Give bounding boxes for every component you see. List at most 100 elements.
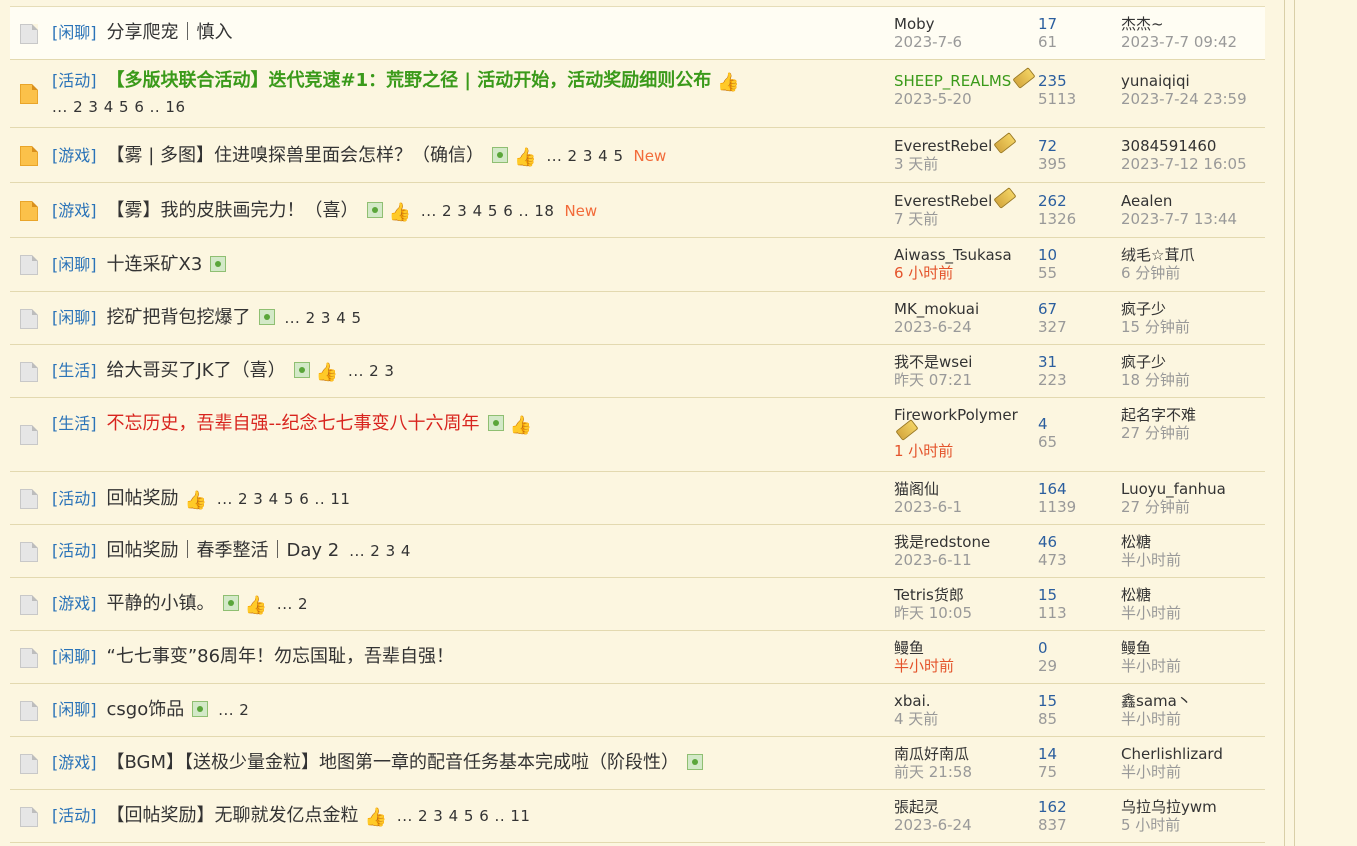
thread-type-tag[interactable]: [生活] <box>52 414 97 433</box>
thread-type-tag[interactable]: [闲聊] <box>52 700 97 719</box>
author-name[interactable]: MK_mokuai <box>894 300 1039 318</box>
author-name[interactable]: 猫阁仙 <box>894 480 1039 498</box>
page-links[interactable]: ... 2 3 4 5 6 .. 11 <box>217 490 351 508</box>
thread-subject-link[interactable]: “七七事变”86周年！勿忘国耻，吾辈自强！ <box>107 646 455 667</box>
reply-count[interactable]: 0 <box>1038 639 1108 657</box>
last-post-user[interactable]: 杰杰~ <box>1121 15 1271 33</box>
last-post-time[interactable]: 18 分钟前 <box>1121 371 1271 389</box>
reply-count[interactable]: 10 <box>1038 246 1108 264</box>
last-post-user[interactable]: 起名字不难 <box>1121 406 1271 424</box>
page-links[interactable]: ... 2 3 4 <box>349 542 411 560</box>
hot-folder-icon[interactable] <box>18 145 40 167</box>
folder-icon[interactable] <box>18 753 40 775</box>
last-post-time[interactable]: 27 分钟前 <box>1121 498 1271 516</box>
reply-count[interactable]: 72 <box>1038 137 1108 155</box>
hot-folder-icon[interactable] <box>18 83 40 105</box>
folder-icon[interactable] <box>18 308 40 330</box>
thread-type-tag[interactable]: [游戏] <box>52 201 97 220</box>
thread-type-tag[interactable]: [活动] <box>52 489 97 508</box>
thread-subject-link[interactable]: 不忘历史，吾辈自强--纪念七七事变八十六周年 <box>107 413 480 434</box>
page-links[interactable]: ... 2 3 4 5 6 .. 11 <box>397 807 531 825</box>
thread-type-tag[interactable]: [闲聊] <box>52 308 97 327</box>
author-name[interactable]: EverestRebel <box>894 187 1039 210</box>
thread-subject-link[interactable]: 【回帖奖励】无聊就发亿点金粒 <box>107 805 359 826</box>
last-post-user[interactable]: 鳗鱼 <box>1121 639 1271 657</box>
folder-icon[interactable] <box>18 594 40 616</box>
thread-subject-link[interactable]: 【多版块联合活动】迭代竞速#1：荒野之径 | 活动开始，活动奖励细则公布 <box>107 70 712 91</box>
reply-count[interactable]: 235 <box>1038 72 1108 90</box>
thread-subject-link[interactable]: 给大哥买了JK了（喜） <box>107 360 286 381</box>
last-post-time[interactable]: 15 分钟前 <box>1121 318 1271 336</box>
thread-type-tag[interactable]: [游戏] <box>52 594 97 613</box>
thread-subject-link[interactable]: 【雾 | 多图】住进嗅探兽里面会怎样？（确信） <box>107 145 485 166</box>
thread-subject-link[interactable]: 回帖奖励｜春季整活｜Day 2 <box>107 540 340 561</box>
reply-count[interactable]: 46 <box>1038 533 1108 551</box>
last-post-user[interactable]: 疯子少 <box>1121 300 1271 318</box>
author-name[interactable]: FireworkPolymer <box>894 406 1039 442</box>
reply-count[interactable]: 17 <box>1038 15 1108 33</box>
thread-type-tag[interactable]: [生活] <box>52 361 97 380</box>
last-post-time[interactable]: 半小时前 <box>1121 604 1271 622</box>
reply-count[interactable]: 262 <box>1038 192 1108 210</box>
folder-icon[interactable] <box>18 361 40 383</box>
thread-type-tag[interactable]: [游戏] <box>52 146 97 165</box>
last-post-user[interactable]: 鑫sama丶 <box>1121 692 1271 710</box>
thread-type-tag[interactable]: [活动] <box>52 806 97 825</box>
reply-count[interactable]: 162 <box>1038 798 1108 816</box>
thread-type-tag[interactable]: [闲聊] <box>52 23 97 42</box>
folder-icon[interactable] <box>18 23 40 45</box>
last-post-user[interactable]: 疯子少 <box>1121 353 1271 371</box>
reply-count[interactable]: 67 <box>1038 300 1108 318</box>
last-post-time[interactable]: 5 小时前 <box>1121 816 1271 834</box>
page-links[interactable]: ... 2 3 4 5 <box>546 147 623 165</box>
hot-folder-icon[interactable] <box>18 200 40 222</box>
author-name[interactable]: 南瓜好南瓜 <box>894 745 1039 763</box>
author-name[interactable]: Aiwass_Tsukasa <box>894 246 1039 264</box>
last-post-user[interactable]: 3084591460 <box>1121 137 1271 155</box>
author-name[interactable]: SHEEP_REALMS <box>894 67 1039 90</box>
last-post-time[interactable]: 半小时前 <box>1121 551 1271 569</box>
last-post-time[interactable]: 2023-7-7 09:42 <box>1121 33 1271 51</box>
thread-subject-link[interactable]: 分享爬宠｜慎入 <box>107 22 233 43</box>
thread-subject-link[interactable]: 十连采矿X3 <box>107 254 203 275</box>
last-post-time[interactable]: 半小时前 <box>1121 657 1271 675</box>
thread-subject-link[interactable]: 平静的小镇。 <box>107 593 215 614</box>
folder-icon[interactable] <box>18 700 40 722</box>
page-links[interactable]: ... 2 3 4 5 6 .. 18 <box>421 202 555 220</box>
author-name[interactable]: xbai. <box>894 692 1039 710</box>
thread-type-tag[interactable]: [闲聊] <box>52 255 97 274</box>
reply-count[interactable]: 164 <box>1038 480 1108 498</box>
folder-icon[interactable] <box>18 424 40 446</box>
last-post-time[interactable]: 半小时前 <box>1121 710 1271 728</box>
last-post-user[interactable]: 乌拉乌拉ywm <box>1121 798 1271 816</box>
author-name[interactable]: Tetris货郎 <box>894 586 1039 604</box>
thread-type-tag[interactable]: [闲聊] <box>52 647 97 666</box>
last-post-time[interactable]: 6 分钟前 <box>1121 264 1271 282</box>
last-post-user[interactable]: Aealen <box>1121 192 1271 210</box>
thread-subject-link[interactable]: 挖矿把背包挖爆了 <box>107 307 251 328</box>
thread-subject-link[interactable]: 【BGM】【送极少量金粒】地图第一章的配音任务基本完成啦（阶段性） <box>107 752 680 773</box>
folder-icon[interactable] <box>18 541 40 563</box>
thread-subject-link[interactable]: 回帖奖励 <box>107 488 179 509</box>
reply-count[interactable]: 15 <box>1038 692 1108 710</box>
author-name[interactable]: 張起灵 <box>894 798 1039 816</box>
last-post-user[interactable]: 松糖 <box>1121 586 1271 604</box>
author-name[interactable]: 鳗鱼 <box>894 639 1039 657</box>
reply-count[interactable]: 31 <box>1038 353 1108 371</box>
thread-type-tag[interactable]: [游戏] <box>52 753 97 772</box>
last-post-time[interactable]: 半小时前 <box>1121 763 1271 781</box>
last-post-user[interactable]: Cherlishlizard <box>1121 745 1271 763</box>
folder-icon[interactable] <box>18 254 40 276</box>
author-name[interactable]: 我不是wsei <box>894 353 1039 371</box>
last-post-time[interactable]: 2023-7-24 23:59 <box>1121 90 1271 108</box>
page-links[interactable]: ... 2 3 4 5 <box>285 309 362 327</box>
author-name[interactable]: EverestRebel <box>894 132 1039 155</box>
last-post-user[interactable]: 绒毛☆茸爪 <box>1121 246 1271 264</box>
last-post-user[interactable]: yunaiqiqi <box>1121 72 1271 90</box>
page-links[interactable]: ... 2 3 <box>348 362 394 380</box>
author-name[interactable]: 我是redstone <box>894 533 1039 551</box>
last-post-time[interactable]: 2023-7-7 13:44 <box>1121 210 1271 228</box>
folder-icon[interactable] <box>18 647 40 669</box>
reply-count[interactable]: 14 <box>1038 745 1108 763</box>
reply-count[interactable]: 15 <box>1038 586 1108 604</box>
